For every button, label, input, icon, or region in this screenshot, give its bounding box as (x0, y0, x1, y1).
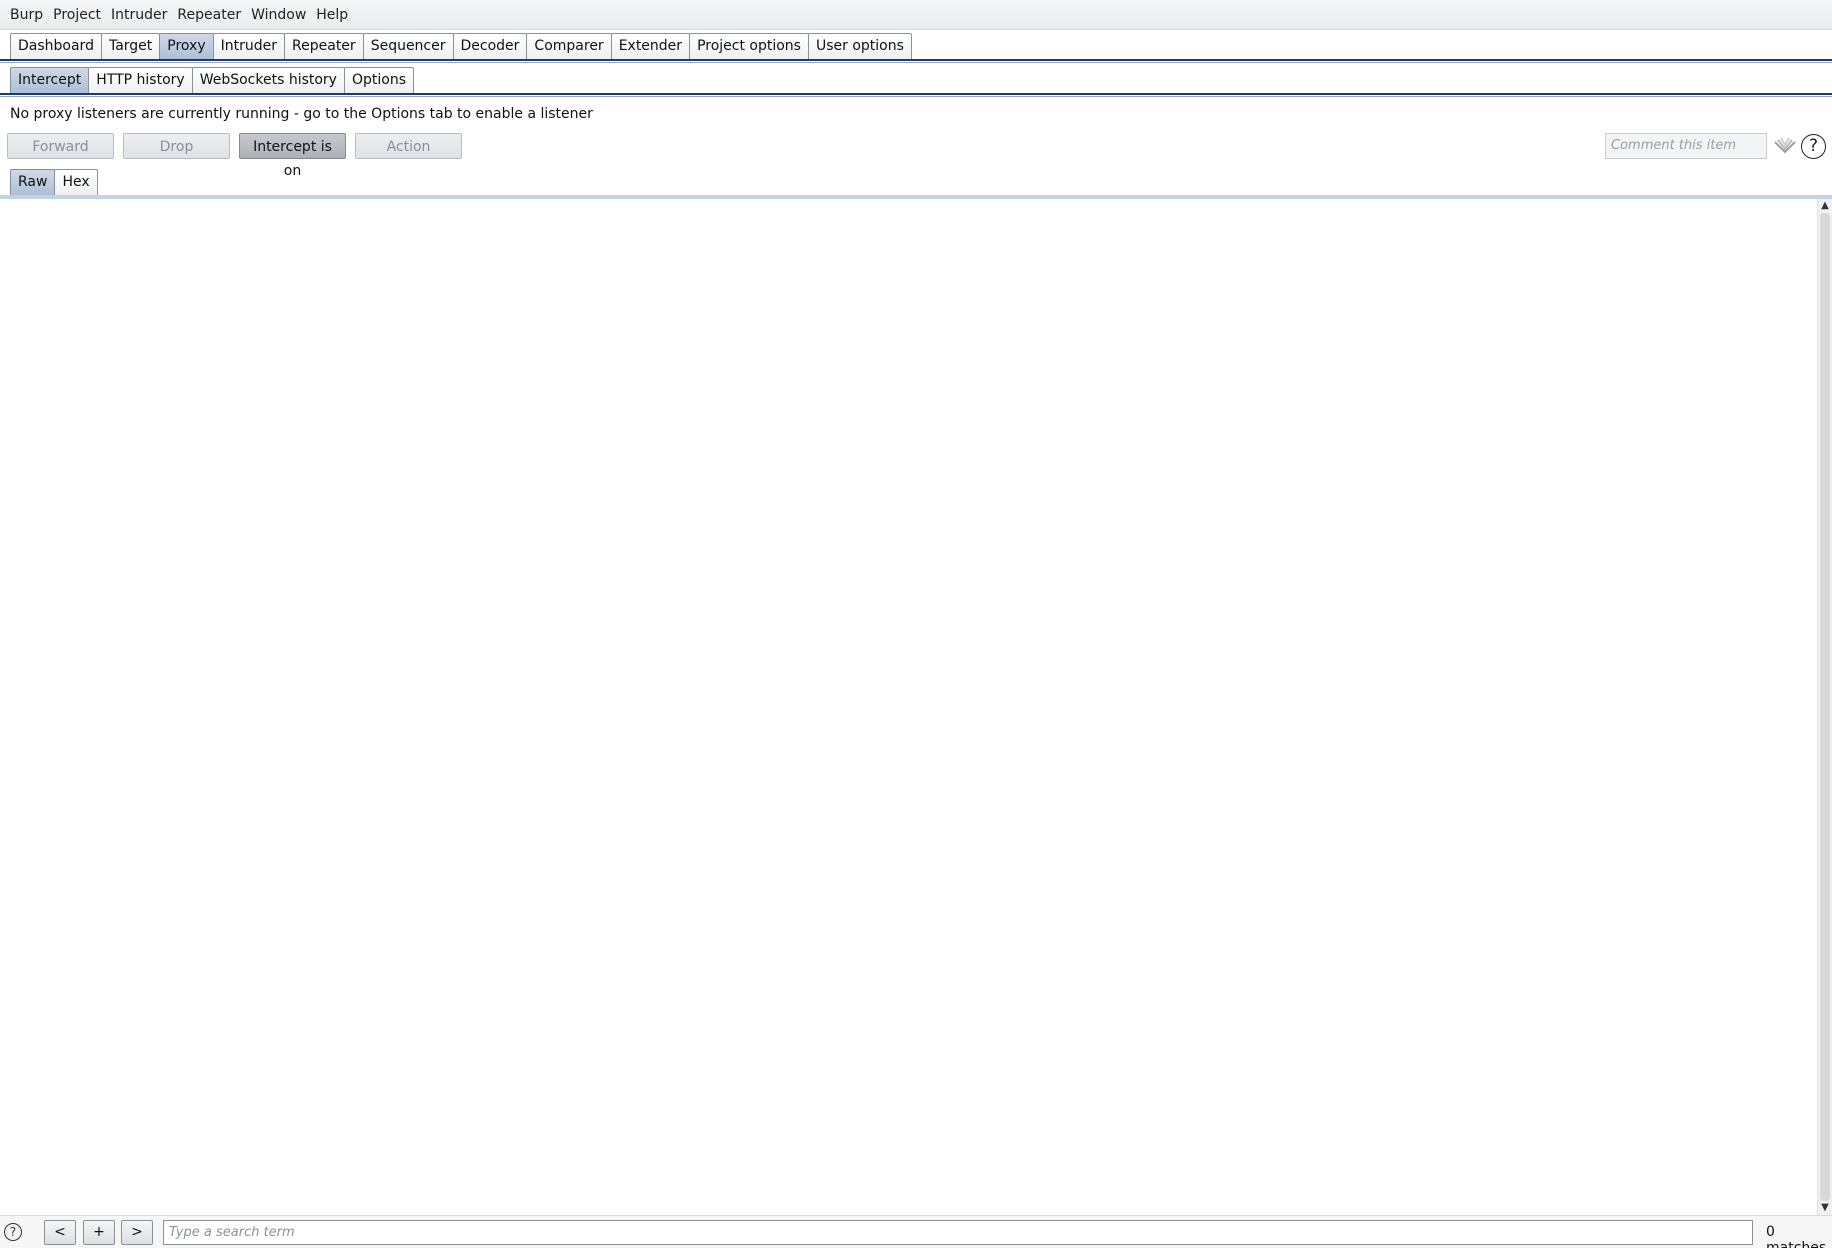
tab-repeater[interactable]: Repeater (284, 33, 364, 59)
scroll-down-arrow-icon[interactable]: ▼ (1818, 1201, 1832, 1215)
tab-decoder[interactable]: Decoder (452, 33, 528, 59)
next-match-button[interactable]: > (121, 1220, 153, 1245)
menu-window[interactable]: Window (247, 0, 310, 30)
tab-comparer[interactable]: Comparer (526, 33, 612, 59)
scroll-up-arrow-icon[interactable]: ▲ (1818, 199, 1832, 213)
action-button[interactable]: Action (355, 133, 462, 159)
tab-target[interactable]: Target (100, 33, 161, 59)
previous-match-button[interactable]: < (44, 1220, 76, 1245)
help-icon[interactable]: ? (1801, 134, 1826, 159)
search-bar: ? < + > Type a search term 0 matches (0, 1215, 1832, 1248)
menu-repeater[interactable]: Repeater (173, 0, 245, 30)
burp-suite-window: Burp Project Intruder Repeater Window He… (0, 0, 1832, 1248)
match-count: 0 matches (1766, 1224, 1827, 1248)
comment-input[interactable]: Comment this item (1605, 133, 1767, 159)
tab-sequencer[interactable]: Sequencer (362, 33, 454, 59)
tab-http-history[interactable]: HTTP history (88, 67, 193, 93)
proxy-sub-tab-bar: Intercept HTTP history WebSockets histor… (0, 63, 1832, 95)
message-editor[interactable] (0, 199, 1817, 1215)
scroll-thumb[interactable] (1820, 213, 1830, 1201)
highlight-pen-icon[interactable] (1772, 134, 1798, 158)
menu-burp[interactable]: Burp (6, 0, 47, 30)
add-search-button[interactable]: + (83, 1220, 115, 1245)
intercept-toggle-button[interactable]: Intercept is on (239, 133, 346, 179)
tab-proxy[interactable]: Proxy (159, 33, 214, 59)
drop-button[interactable]: Drop (123, 133, 230, 159)
message-view-tabs: Raw Hex (10, 169, 98, 195)
tab-dashboard[interactable]: Dashboard (10, 33, 102, 59)
tab-raw[interactable]: Raw (10, 169, 56, 195)
tab-hex[interactable]: Hex (54, 169, 98, 195)
listener-warning-message: No proxy listeners are currently running… (10, 106, 593, 122)
tab-intercept[interactable]: Intercept (10, 67, 90, 93)
tab-intruder[interactable]: Intruder (212, 33, 286, 59)
menu-intruder[interactable]: Intruder (107, 0, 171, 30)
main-tab-bar: Dashboard Target Proxy Intruder Repeater… (0, 30, 1832, 61)
tab-websockets-history[interactable]: WebSockets history (191, 67, 345, 93)
tab-project-options[interactable]: Project options (689, 33, 809, 59)
tab-extender[interactable]: Extender (610, 33, 691, 59)
search-help-icon[interactable]: ? (4, 1223, 22, 1241)
menu-project[interactable]: Project (49, 0, 105, 30)
search-input[interactable]: Type a search term (163, 1220, 1753, 1245)
editor-scrollbar[interactable]: ▲ ▼ (1817, 199, 1832, 1215)
sub-tab-divider (0, 96, 1832, 97)
tab-user-options[interactable]: User options (807, 33, 912, 59)
menu-help[interactable]: Help (312, 0, 352, 30)
menu-bar: Burp Project Intruder Repeater Window He… (0, 0, 1832, 30)
tab-options[interactable]: Options (343, 67, 414, 93)
forward-button[interactable]: Forward (7, 133, 114, 159)
